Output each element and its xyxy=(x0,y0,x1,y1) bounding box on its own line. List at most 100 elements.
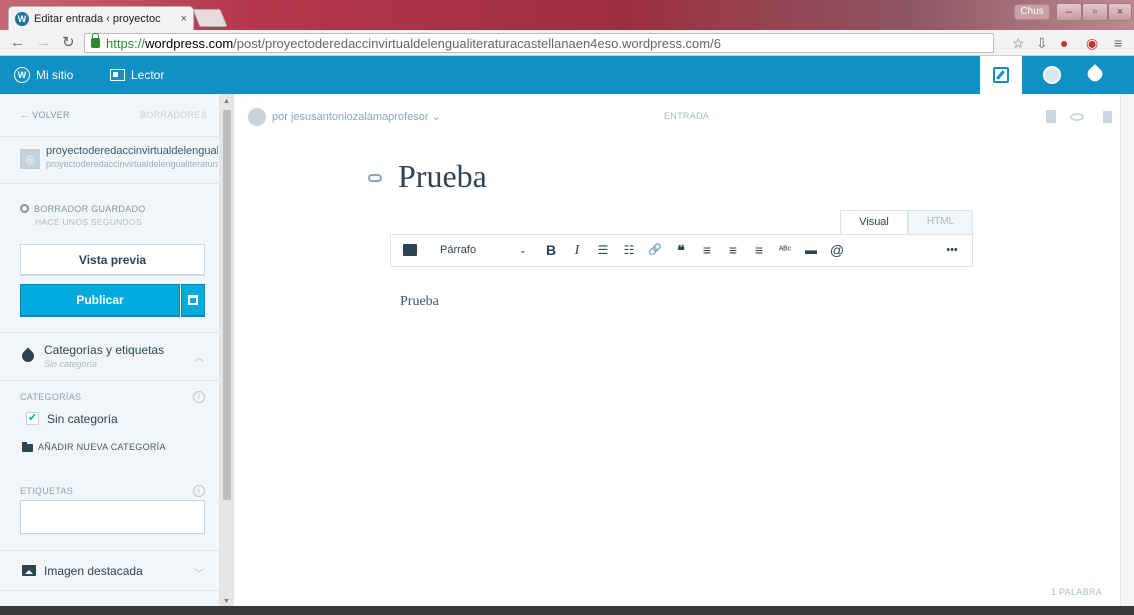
contact-form-button[interactable]: @ xyxy=(827,235,847,266)
write-post-button[interactable] xyxy=(980,56,1022,94)
forward-arrow-icon[interactable]: → xyxy=(36,34,51,52)
post-title[interactable]: Prueba xyxy=(398,158,487,195)
trash-icon[interactable] xyxy=(1103,111,1112,123)
site-icon: ◎ xyxy=(20,149,40,169)
scroll-up-icon[interactable]: ▲ xyxy=(223,98,230,105)
tags-info-icon[interactable]: i xyxy=(193,485,205,497)
post-type-label: ENTRADA xyxy=(664,111,710,121)
chevron-down-icon[interactable]: ﹀ xyxy=(194,565,204,580)
my-site-link[interactable]: W Mi sitio xyxy=(14,56,73,94)
categories-tags-section[interactable]: Categorías y etiquetas Sin categoría ︿ xyxy=(0,332,219,380)
author-selector[interactable]: por jesusantoniozalamaprofesor ⌄ xyxy=(272,110,441,123)
user-avatar[interactable] xyxy=(1043,66,1061,84)
featured-image-section[interactable]: Imagen destacada ﹀ xyxy=(0,550,219,590)
categories-info-icon[interactable]: i xyxy=(193,391,205,403)
sidebar-scrollbar[interactable]: ▲ ▼ xyxy=(220,94,234,615)
bold-button[interactable]: B xyxy=(541,235,561,266)
chevron-up-icon[interactable]: ︿ xyxy=(194,349,204,364)
tab-visual[interactable]: Visual xyxy=(840,210,908,234)
browser-titlebar: W Editar entrada ‹ proyectoc × Chus – ▫ … xyxy=(0,0,1134,30)
tags-label: ETIQUETAS xyxy=(20,486,74,496)
more-tag-button[interactable]: ▬ xyxy=(801,235,821,266)
divider xyxy=(0,380,219,381)
tab-close-icon[interactable]: × xyxy=(181,13,187,25)
editor-sidebar: ← VOLVER BORRADORES ◎ proyectoderedaccin… xyxy=(0,94,220,615)
back-arrow-icon[interactable]: ← xyxy=(10,34,25,52)
url-scheme: https:// xyxy=(106,35,146,51)
preview-button[interactable]: Vista previa xyxy=(20,244,205,276)
maximize-button[interactable]: ▫ xyxy=(1082,3,1108,21)
url-path: /post/proyectoderedaccinvirtualdelengual… xyxy=(233,35,721,51)
drafts-link[interactable]: BORRADORES xyxy=(140,110,207,120)
post-editor: por jesusantoniozalamaprofesor ⌄ ENTRADA… xyxy=(234,94,1120,615)
scrollbar-thumb[interactable] xyxy=(223,110,231,500)
permalink-icon[interactable] xyxy=(368,174,382,182)
editor-scrollbar[interactable] xyxy=(1120,94,1134,615)
bookmark-icon[interactable] xyxy=(1046,110,1056,123)
extension-icon[interactable]: ◉ xyxy=(1086,35,1098,51)
eye-icon[interactable] xyxy=(1070,113,1084,121)
link-button[interactable]: 🔗 xyxy=(645,235,665,266)
more-options-button[interactable]: ••• xyxy=(939,235,965,266)
my-site-label: Mi sitio xyxy=(36,68,74,82)
browser-tab[interactable]: W Editar entrada ‹ proyectoc × xyxy=(8,6,194,30)
reader-label: Lector xyxy=(131,68,165,82)
schedule-button[interactable] xyxy=(181,284,205,317)
tab-title: Editar entrada ‹ proyectoc xyxy=(34,12,161,25)
publish-button[interactable]: Publicar xyxy=(20,284,180,317)
scroll-down-icon[interactable]: ▼ xyxy=(223,598,230,605)
add-media-icon[interactable] xyxy=(403,244,417,256)
new-tab-button[interactable] xyxy=(192,9,228,27)
numbered-list-button[interactable]: ☷ xyxy=(619,235,639,266)
pencil-icon xyxy=(993,67,1009,83)
reader-link[interactable]: Lector xyxy=(110,56,164,94)
tags-input[interactable] xyxy=(20,500,205,534)
wordpress-favicon-icon: W xyxy=(15,11,29,26)
italic-button[interactable]: I xyxy=(567,235,587,266)
category-label: Sin categoría xyxy=(47,412,118,426)
notifications-icon[interactable] xyxy=(1085,64,1105,84)
spellcheck-button[interactable]: ᴬᴮᶜ xyxy=(773,235,797,266)
profile-badge[interactable]: Chus xyxy=(1014,4,1050,20)
site-url: proyectoderedaccinvirtualdelengualiterat… xyxy=(46,159,218,169)
category-checkbox[interactable]: ✔ xyxy=(26,412,39,425)
author-avatar xyxy=(248,108,266,126)
site-name: proyectoderedaccinvirtualdelengualiterat… xyxy=(46,145,218,157)
close-window-button[interactable]: × xyxy=(1108,3,1132,21)
wordpress-logo-icon: W xyxy=(14,67,30,83)
categories-section-title: Categorías y etiquetas xyxy=(44,343,165,357)
reload-icon[interactable]: ↻ xyxy=(62,34,75,52)
folder-icon xyxy=(22,442,33,452)
menu-icon[interactable]: ≡ xyxy=(1114,35,1122,51)
bullet-list-button[interactable]: ☰ xyxy=(593,235,613,266)
chevron-down-icon[interactable]: ⌄ xyxy=(519,235,527,266)
tag-icon xyxy=(19,347,37,365)
url-host: wordpress.com xyxy=(145,35,234,51)
tab-html[interactable]: HTML xyxy=(908,210,973,234)
minimize-button[interactable]: – xyxy=(1056,3,1082,21)
featured-image-title: Imagen destacada xyxy=(44,564,143,578)
os-taskbar xyxy=(0,606,1134,615)
paragraph-format-select[interactable]: Párrafo xyxy=(440,235,476,266)
categories-section-subtitle: Sin categoría xyxy=(44,359,98,369)
download-icon[interactable]: ⇩ xyxy=(1036,35,1048,51)
site-card[interactable]: ◎ proyectoderedaccinvirtualdelengualiter… xyxy=(0,136,219,184)
save-status: BORRADOR GUARDADO xyxy=(20,204,146,214)
categories-label: CATEGORÍAS xyxy=(20,392,82,402)
save-time: HACE UNOS SEGUNDOS xyxy=(35,217,142,227)
image-icon xyxy=(22,565,36,576)
align-right-button[interactable]: ≡ xyxy=(749,235,769,266)
calendar-icon xyxy=(188,295,198,305)
adblock-icon[interactable]: ● xyxy=(1060,35,1068,51)
align-center-button[interactable]: ≡ xyxy=(723,235,743,266)
align-left-button[interactable]: ≡ xyxy=(697,235,717,266)
address-bar[interactable]: https:// wordpress.com /post/proyectoder… xyxy=(84,33,994,53)
cog-icon xyxy=(20,204,29,213)
reader-icon xyxy=(110,69,125,81)
add-category-link[interactable]: AÑADIR NUEVA CATEGORÍA xyxy=(38,442,166,452)
blockquote-button[interactable]: ❝ xyxy=(671,235,691,266)
post-content[interactable]: Prueba xyxy=(400,294,439,310)
browser-toolbar: ← → ↻ https:// wordpress.com /post/proye… xyxy=(0,30,1134,56)
bookmark-star-icon[interactable]: ☆ xyxy=(1012,35,1025,51)
word-count: 1 PALABRA xyxy=(1050,587,1102,597)
